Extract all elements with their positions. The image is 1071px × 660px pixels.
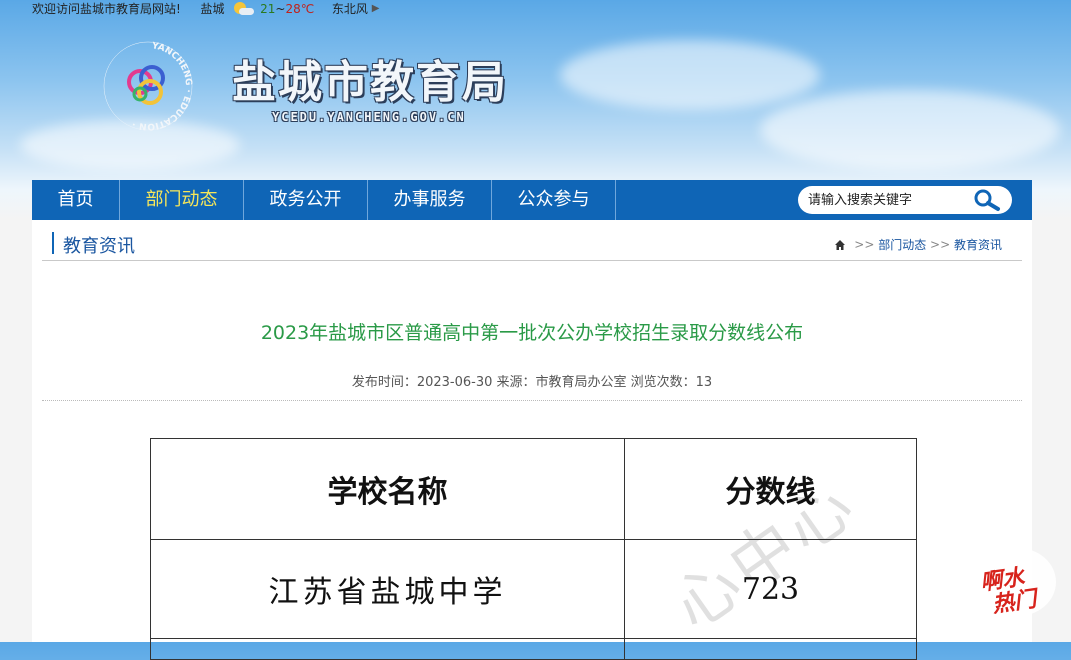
table-cell-school: 江苏省盐城中学 xyxy=(150,539,625,639)
breadcrumb-item-department-news[interactable]: 部门动态 xyxy=(878,238,926,252)
partly-cloudy-icon xyxy=(230,1,255,16)
search-box xyxy=(798,186,1012,214)
breadcrumb-separator: >> xyxy=(930,237,951,252)
temp-high: 28℃ xyxy=(285,1,315,16)
hot-badge[interactable]: 啊水 热门 xyxy=(974,548,1060,620)
top-info-bar: 欢迎访问盐城市教育局网站! 盐城 21~28℃ 东北风 ▶ xyxy=(32,0,379,18)
temp-low: 21 xyxy=(260,1,276,16)
section-title: 教育资讯 xyxy=(63,236,135,257)
temp-separator: ~ xyxy=(275,1,286,16)
nav-item-public-participation[interactable]: 公众参与 xyxy=(492,180,616,220)
section-header: 教育资讯 >> 部门动态 >> 教育资讯 xyxy=(42,220,1022,261)
education-bureau-logo[interactable]: CHINA · YANCHENG · EDUCATION · xyxy=(96,31,196,134)
breadcrumb-separator: >> xyxy=(854,237,875,252)
breadcrumb: >> 部门动态 >> 教育资讯 xyxy=(834,236,1002,253)
divider xyxy=(42,400,1022,401)
welcome-text: 欢迎访问盐城市教育局网站! xyxy=(32,1,181,16)
article-meta: 发布时间：2023-06-30 来源：市教育局办公室 浏览次数：13 xyxy=(351,375,713,390)
badge-line-2: 热门 xyxy=(990,587,1038,618)
weather-city: 盐城 xyxy=(200,1,225,16)
content-panel: 教育资讯 >> 部门动态 >> 教育资讯 2023年盐城市区普通高中第一批次公办… xyxy=(32,220,1032,660)
nav-item-services[interactable]: 办事服务 xyxy=(368,180,492,220)
sky-cloud xyxy=(560,40,820,110)
sky-cloud xyxy=(760,90,1060,170)
site-title[interactable]: 盐城市教育局 xyxy=(232,46,508,110)
article-title: 2023年盐城市区普通高中第一批次公办学校招生录取分数线公布 xyxy=(260,322,804,344)
magnifier-icon[interactable] xyxy=(970,188,1004,212)
search-input[interactable] xyxy=(808,190,958,210)
wind-text: 东北风 xyxy=(331,1,368,16)
home-icon[interactable] xyxy=(834,239,846,251)
main-nav: 首页 部门动态 政务公开 办事服务 公众参与 xyxy=(32,180,1032,220)
nav-item-home[interactable]: 首页 xyxy=(32,180,120,220)
nav-item-government-affairs[interactable]: 政务公开 xyxy=(244,180,368,220)
site-domain: YCEDU.YANCHENG.GOV.CN xyxy=(272,110,466,124)
breadcrumb-item-education-news[interactable]: 教育资讯 xyxy=(954,238,1002,252)
triangle-right-icon[interactable]: ▶ xyxy=(372,1,380,17)
nav-item-department-news[interactable]: 部门动态 xyxy=(120,180,244,220)
column-header-school: 学校名称 xyxy=(150,438,625,540)
section-bar xyxy=(52,232,54,254)
